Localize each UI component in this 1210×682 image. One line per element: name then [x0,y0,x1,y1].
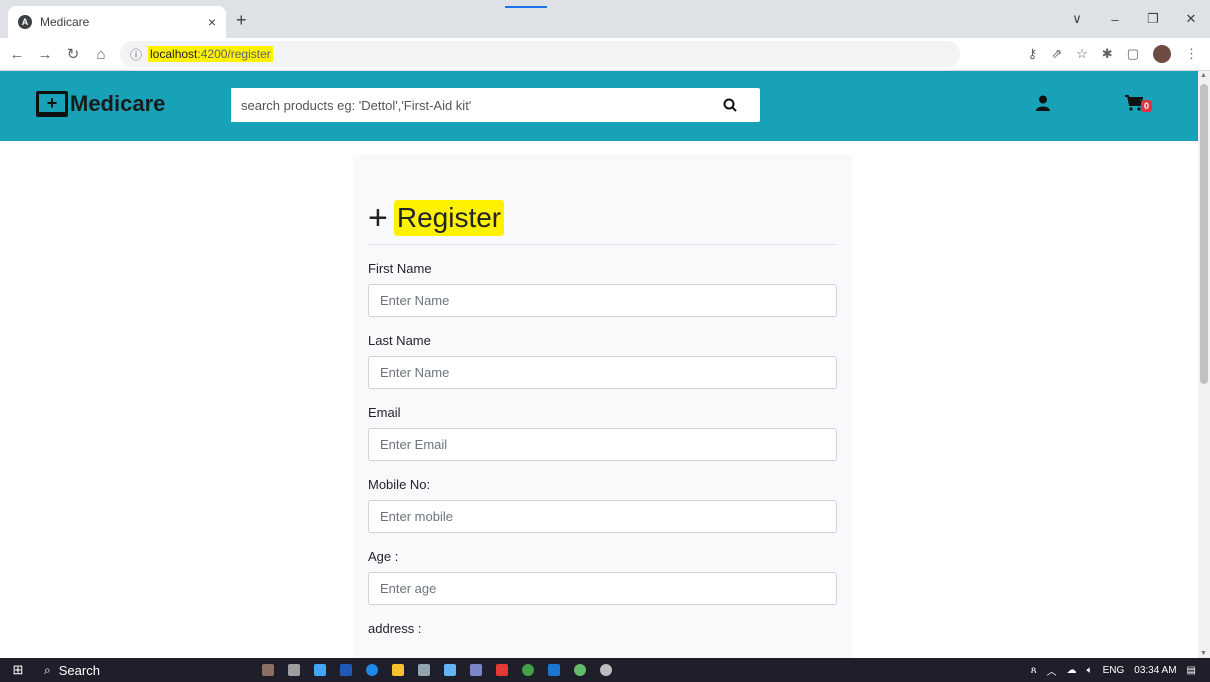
browser-tab-bar: A Medicare × + ∨ – ❐ ✕ [0,0,1210,38]
window-controls: ∨ – ❐ ✕ [1058,0,1210,38]
browser-tab[interactable]: A Medicare × [8,6,226,38]
home-icon[interactable]: ⌂ [90,46,112,63]
age-field[interactable] [368,572,837,605]
url-field[interactable]: ⓘ localhost:4200/register [120,41,960,67]
restore-button[interactable]: ❐ [1134,11,1172,27]
profile-avatar[interactable] [1153,45,1171,63]
cart-button[interactable]: 0 [1125,95,1153,116]
hidden-icons-chevron-icon[interactable]: ︿ [1047,663,1057,678]
brand-name: Medicare [70,91,166,116]
notepad-icon[interactable] [444,664,456,676]
sticky-notes-icon[interactable] [392,664,404,676]
search-input[interactable] [231,88,700,122]
green-app-icon[interactable] [574,664,586,676]
forward-icon[interactable]: → [34,46,56,63]
medical-laptop-icon: + [36,91,68,117]
windows-start-icon[interactable]: ⊞ [0,662,36,678]
plus-icon: + [368,198,388,237]
mobile-field[interactable] [368,500,837,533]
task-view-icon[interactable] [288,664,300,676]
word-icon[interactable] [340,664,352,676]
new-tab-button[interactable]: + [236,10,247,31]
register-card: + Register First Name Last Name Email Mo… [353,155,852,665]
scroll-down-arrow-icon[interactable]: ▼ [1200,650,1207,657]
last-name-label: Last Name [368,333,431,348]
file-explorer-icon[interactable] [314,664,326,676]
site-info-icon[interactable]: ⓘ [130,46,142,63]
page-scrollbar[interactable]: ▲ ▼ [1198,71,1210,658]
tab-title: Medicare [40,15,90,29]
system-tray: ጸ ︿ ☁ 🔈︎ ENG 03:34 AM ▤ [1031,663,1210,678]
taskbar-search-icon: ⌕ [44,662,51,677]
calculator-icon[interactable] [470,664,482,676]
clock[interactable]: 03:34 AM [1134,665,1176,676]
email-field[interactable] [368,428,837,461]
app-navbar: + Medicare 0 [0,71,1198,141]
tab-drag-indicator [505,6,547,8]
last-name-field[interactable] [368,356,837,389]
url-path: :4200/register [197,47,271,61]
browser-toolbar-icons: ⚷ ⇗ ☆ ✱ ▢ ⋮ [1028,45,1210,63]
angular-favicon-icon: A [18,15,32,29]
cart-count-badge: 0 [1141,99,1153,112]
product-search [231,88,760,122]
volume-icon[interactable]: 🔈︎ [1087,665,1093,676]
close-window-button[interactable]: ✕ [1172,11,1210,27]
vscode-icon[interactable] [548,664,560,676]
share-icon[interactable]: ⇗ [1051,46,1062,62]
chrome-icon[interactable] [522,664,534,676]
register-heading: + Register [368,195,837,245]
user-icon[interactable] [1036,95,1050,116]
search-icon[interactable] [700,98,760,112]
scroll-up-arrow-icon[interactable]: ▲ [1200,72,1207,79]
mobile-label: Mobile No: [368,477,431,492]
address-label: address : [368,621,422,636]
edge-icon[interactable] [366,664,378,676]
taskbar-apps [262,664,612,676]
tab-search-icon[interactable]: ∨ [1058,11,1096,27]
page-title: Register [393,199,505,236]
side-panel-icon[interactable]: ▢ [1127,46,1139,62]
taskbar-search[interactable]: ⌕ Search [44,663,204,678]
notifications-icon[interactable]: ▤ [1187,665,1196,676]
menu-icon[interactable]: ⋮ [1185,46,1198,62]
brave-icon[interactable] [496,664,508,676]
scroll-thumb[interactable] [1200,84,1208,384]
url-text: localhost:4200/register [148,46,273,62]
bookmark-star-icon[interactable]: ☆ [1076,46,1088,62]
widgets-icon[interactable] [262,664,274,676]
back-icon[interactable]: ← [6,46,28,63]
first-name-label: First Name [368,261,432,276]
taskbar-search-label: Search [58,662,100,678]
age-label: Age : [368,549,399,564]
email-label: Email [368,405,401,420]
brand-logo[interactable]: + Medicare [36,91,165,117]
settings-gear-icon[interactable] [600,664,612,676]
language-indicator[interactable]: ENG [1103,665,1125,676]
tab-close-icon[interactable]: × [208,14,216,30]
key-icon[interactable]: ⚷ [1028,46,1038,62]
first-name-field[interactable] [368,284,837,317]
reload-icon[interactable]: ↻ [62,45,84,63]
address-bar: ← → ↻ ⌂ ⓘ localhost:4200/register ⚷ ⇗ ☆ … [0,38,1210,71]
app-icon[interactable] [418,664,430,676]
url-host: localhost [150,47,198,61]
people-icon[interactable]: ጸ [1031,665,1037,676]
minimize-button[interactable]: – [1096,12,1134,27]
extensions-icon[interactable]: ✱ [1102,46,1113,62]
onedrive-icon[interactable]: ☁ [1067,665,1077,676]
os-taskbar: ⊞ ⌕ Search ጸ ︿ ☁ 🔈︎ ENG 03:34 AM ▤ [0,658,1210,682]
